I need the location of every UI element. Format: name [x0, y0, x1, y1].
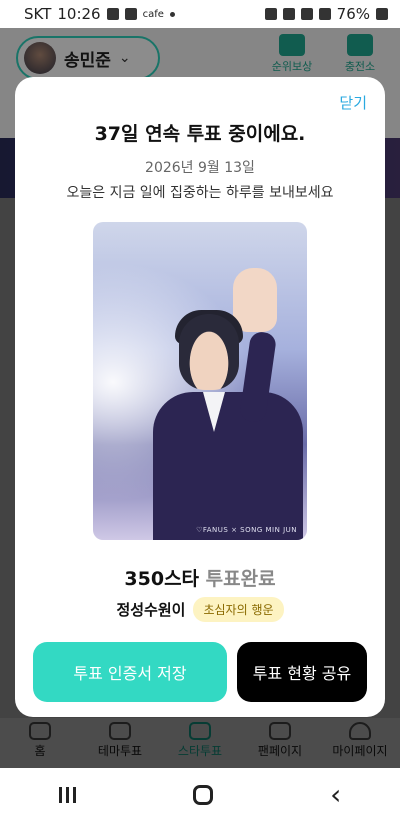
- save-certificate-button[interactable]: 투표 인증서 저장: [33, 642, 227, 702]
- status-bar: SKT 10:26 cafe 76%: [0, 0, 400, 28]
- battery-icon: [376, 8, 388, 20]
- battery-level: 76%: [336, 5, 370, 23]
- mute-icon: [282, 8, 295, 20]
- alarm-icon: [264, 8, 277, 20]
- vote-status: 투표완료: [205, 568, 276, 590]
- user-badge-row: 정성수원이 초심자의 행운: [15, 597, 385, 622]
- home-button-icon[interactable]: [192, 785, 213, 805]
- clock: 10:26: [57, 5, 101, 23]
- app-d-icon: [124, 8, 137, 20]
- photo-watermark: ♡FANUS × SONG MIN JUN: [196, 526, 297, 534]
- wifi-icon: [300, 8, 313, 20]
- gallery-icon: [106, 8, 119, 20]
- vote-complete-modal: 닫기 37일 연속 투표 중이에요. 2026년 9월 13일 오늘은 지금 일…: [15, 77, 385, 717]
- close-button[interactable]: 닫기: [339, 92, 367, 113]
- vote-summary: 350스타 투표완료: [15, 564, 385, 591]
- modal-title: 37일 연속 투표 중이에요.: [94, 123, 306, 145]
- share-status-button[interactable]: 투표 현황 공유: [237, 642, 367, 702]
- more-notifications-icon: [169, 11, 175, 17]
- modal-date: 2026년 9월 13일: [145, 160, 255, 176]
- vote-amount: 350스타: [124, 568, 200, 590]
- artist-photo: ♡FANUS × SONG MIN JUN: [93, 222, 307, 540]
- back-icon[interactable]: ‹: [330, 781, 341, 809]
- signal-icon: [318, 8, 331, 20]
- cafe-notification-label: cafe: [142, 8, 164, 20]
- carrier-label: SKT: [24, 5, 52, 23]
- system-nav-bar: ‹: [0, 768, 400, 822]
- user-name: 정성수원이: [116, 601, 186, 619]
- fortune-message: 오늘은 지금 일에 집중하는 하루를 보내보세요: [66, 185, 334, 201]
- luck-badge: 초심자의 행운: [193, 597, 284, 622]
- recent-apps-icon[interactable]: [58, 787, 76, 803]
